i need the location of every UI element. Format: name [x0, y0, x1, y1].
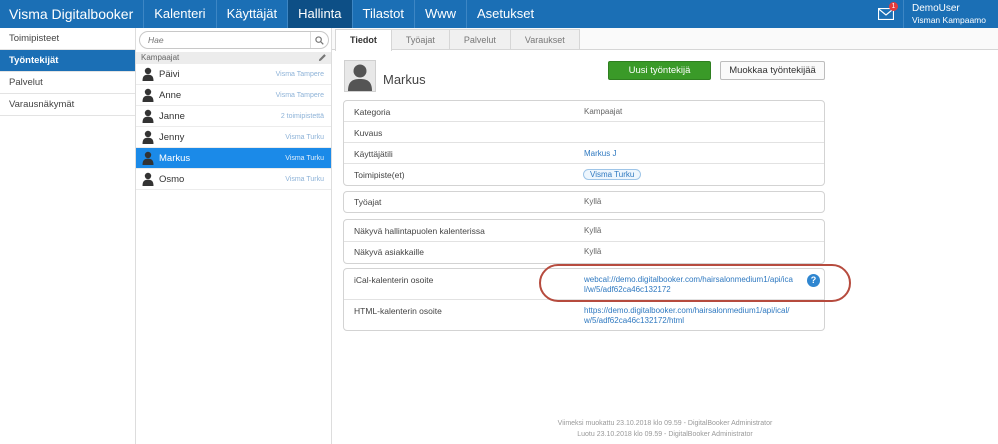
detail-tabs: Tiedot Työajat Palvelut Varaukset — [332, 28, 998, 51]
notification-badge: 1 — [888, 2, 898, 11]
employee-search-input[interactable] — [140, 32, 310, 48]
sidebar-item-palvelut[interactable]: Palvelut — [0, 72, 135, 94]
employee-row-markus[interactable]: Markus Visma Turku — [136, 148, 331, 169]
detail-row-kuvaus: Kuvaus — [344, 122, 824, 143]
employee-location: Visma Turku — [285, 154, 324, 162]
field-value: Kampaajat — [584, 107, 623, 116]
nav-kayttajat[interactable]: Käyttäjät — [215, 0, 288, 28]
html-calendar-url-link[interactable]: https://demo.digitalbooker.com/hairsalon… — [584, 306, 794, 326]
top-right-area: 1 DemoUser Visman Kampaamo — [869, 0, 998, 28]
avatar — [344, 60, 376, 92]
person-icon — [142, 130, 154, 144]
group-name: Kampaajat — [141, 53, 180, 62]
new-employee-button[interactable]: Uusi työntekijä — [608, 61, 711, 80]
modified-info: Viimeksi muokattu 23.10.2018 klo 09.59 -… — [557, 420, 773, 427]
main-nav: Kalenteri Käyttäjät Hallinta Tilastot Ww… — [143, 0, 544, 28]
working-hours-box: Työajat Kyllä — [343, 191, 825, 213]
location-tag[interactable]: Visma Turku — [583, 169, 642, 180]
detail-row-kategoria: Kategoria Kampaajat — [344, 101, 824, 122]
employee-name: Osmo — [159, 173, 185, 185]
search-row — [136, 28, 331, 52]
person-icon — [142, 67, 154, 81]
tab-palvelut[interactable]: Palvelut — [448, 29, 511, 49]
messages-button[interactable]: 1 — [869, 0, 903, 28]
admin-sidebar: Toimipisteet Työntekijät Palvelut Varaus… — [0, 28, 136, 444]
employee-location: Visma Turku — [285, 175, 324, 183]
user-menu[interactable]: DemoUser Visman Kampaamo — [902, 0, 998, 28]
detail-row-ical: iCal-kalenterin osoite webcal://demo.dig… — [344, 269, 824, 300]
search-button[interactable] — [310, 32, 328, 48]
nav-tilastot[interactable]: Tilastot — [351, 0, 414, 28]
employee-details-panel: Tiedot Työajat Palvelut Varaukset Markus… — [332, 28, 998, 444]
sidebar-item-toimipisteet[interactable]: Toimipisteet — [0, 28, 135, 50]
employee-list-panel: Kampaajat Päivi Visma Tampere Anne Visma… — [136, 28, 332, 444]
employee-location: Visma Tampere — [275, 70, 324, 78]
tab-varaukset[interactable]: Varaukset — [509, 29, 580, 49]
employee-row-janne[interactable]: Janne 2 toimipistettä — [136, 106, 331, 127]
user-company: Visman Kampaamo — [911, 14, 986, 25]
field-value: Kyllä — [584, 226, 602, 235]
person-icon — [142, 151, 154, 165]
employee-location: 2 toimipistettä — [280, 112, 324, 120]
user-name: DemoUser — [911, 2, 960, 14]
profile-name: Markus — [383, 71, 426, 87]
employee-location: Visma Tampere — [275, 91, 324, 99]
ical-url-link[interactable]: webcal://demo.digitalbooker.com/hairsalo… — [584, 275, 794, 295]
top-navbar: Visma Digitalbooker Kalenteri Käyttäjät … — [0, 0, 998, 28]
edit-employee-button[interactable]: Muokkaa työntekijää — [720, 61, 825, 80]
field-label: Näkyvä hallintapuolen kalenterissa — [354, 226, 485, 236]
employee-row-jenny[interactable]: Jenny Visma Turku — [136, 127, 331, 148]
detail-row-toimipiste: Toimipiste(et) Visma Turku — [344, 164, 824, 185]
group-header: Kampaajat — [136, 52, 331, 64]
sidebar-item-tyontekijat[interactable]: Työntekijät — [0, 50, 135, 72]
nav-asetukset[interactable]: Asetukset — [465, 0, 544, 28]
detail-row-tyoajat: Työajat Kyllä — [344, 192, 824, 212]
detail-row-html-calendar: HTML-kalenterin osoite https://demo.digi… — [344, 300, 824, 330]
employee-location: Visma Turku — [285, 133, 324, 141]
detail-row-nakyva-asiakkaille: Näkyvä asiakkaille Kyllä — [344, 242, 824, 263]
search-box — [139, 31, 329, 49]
person-icon — [142, 109, 154, 123]
visibility-box: Näkyvä hallintapuolen kalenterissa Kyllä… — [343, 219, 825, 264]
employee-name: Anne — [159, 89, 182, 101]
nav-hallinta[interactable]: Hallinta — [287, 0, 352, 28]
profile-header: Markus — [344, 60, 426, 92]
nav-www[interactable]: Www — [413, 0, 466, 28]
help-icon[interactable]: ? — [807, 274, 820, 287]
employee-row-osmo[interactable]: Osmo Visma Turku — [136, 169, 331, 190]
details-box: Kategoria Kampaajat Kuvaus Käyttäjätili … — [343, 100, 825, 186]
person-icon — [142, 88, 154, 102]
calendar-box: iCal-kalenterin osoite webcal://demo.dig… — [343, 268, 825, 331]
field-label: Käyttäjätili — [354, 149, 393, 159]
employee-row-paivi[interactable]: Päivi Visma Tampere — [136, 64, 331, 85]
person-icon — [142, 172, 154, 186]
field-value: Kyllä — [584, 197, 602, 206]
detail-row-nakyva-hallinta: Näkyvä hallintapuolen kalenterissa Kyllä — [344, 220, 824, 242]
field-value: Kyllä — [584, 247, 602, 256]
tab-tiedot[interactable]: Tiedot — [335, 29, 392, 51]
nav-kalenteri[interactable]: Kalenteri — [143, 0, 215, 28]
employee-row-anne[interactable]: Anne Visma Tampere — [136, 85, 331, 106]
employee-name: Päivi — [159, 68, 180, 80]
field-label: Toimipiste(et) — [354, 170, 405, 180]
tab-tyoajat[interactable]: Työajat — [390, 29, 450, 49]
created-info: Luotu 23.10.2018 klo 09.59 - DigitalBook… — [577, 431, 753, 438]
field-label: HTML-kalenterin osoite — [354, 306, 442, 316]
search-icon — [315, 35, 324, 45]
pencil-icon[interactable] — [318, 53, 327, 62]
app-brand[interactable]: Visma Digitalbooker — [0, 0, 143, 28]
user-account-link[interactable]: Markus J — [584, 149, 616, 158]
person-silhouette-icon — [348, 64, 372, 91]
employee-name: Janne — [159, 110, 185, 122]
sidebar-item-varausnakymat[interactable]: Varausnäkymät — [0, 94, 135, 116]
employee-name: Markus — [159, 152, 191, 164]
field-label: Näkyvä asiakkaille — [354, 247, 424, 257]
field-label: Kategoria — [354, 107, 391, 117]
employee-name: Jenny — [159, 131, 185, 143]
field-label: Kuvaus — [354, 128, 383, 138]
field-label: Työajat — [354, 197, 382, 207]
field-label: iCal-kalenterin osoite — [354, 275, 434, 285]
detail-row-kayttajatili: Käyttäjätili Markus J — [344, 143, 824, 164]
